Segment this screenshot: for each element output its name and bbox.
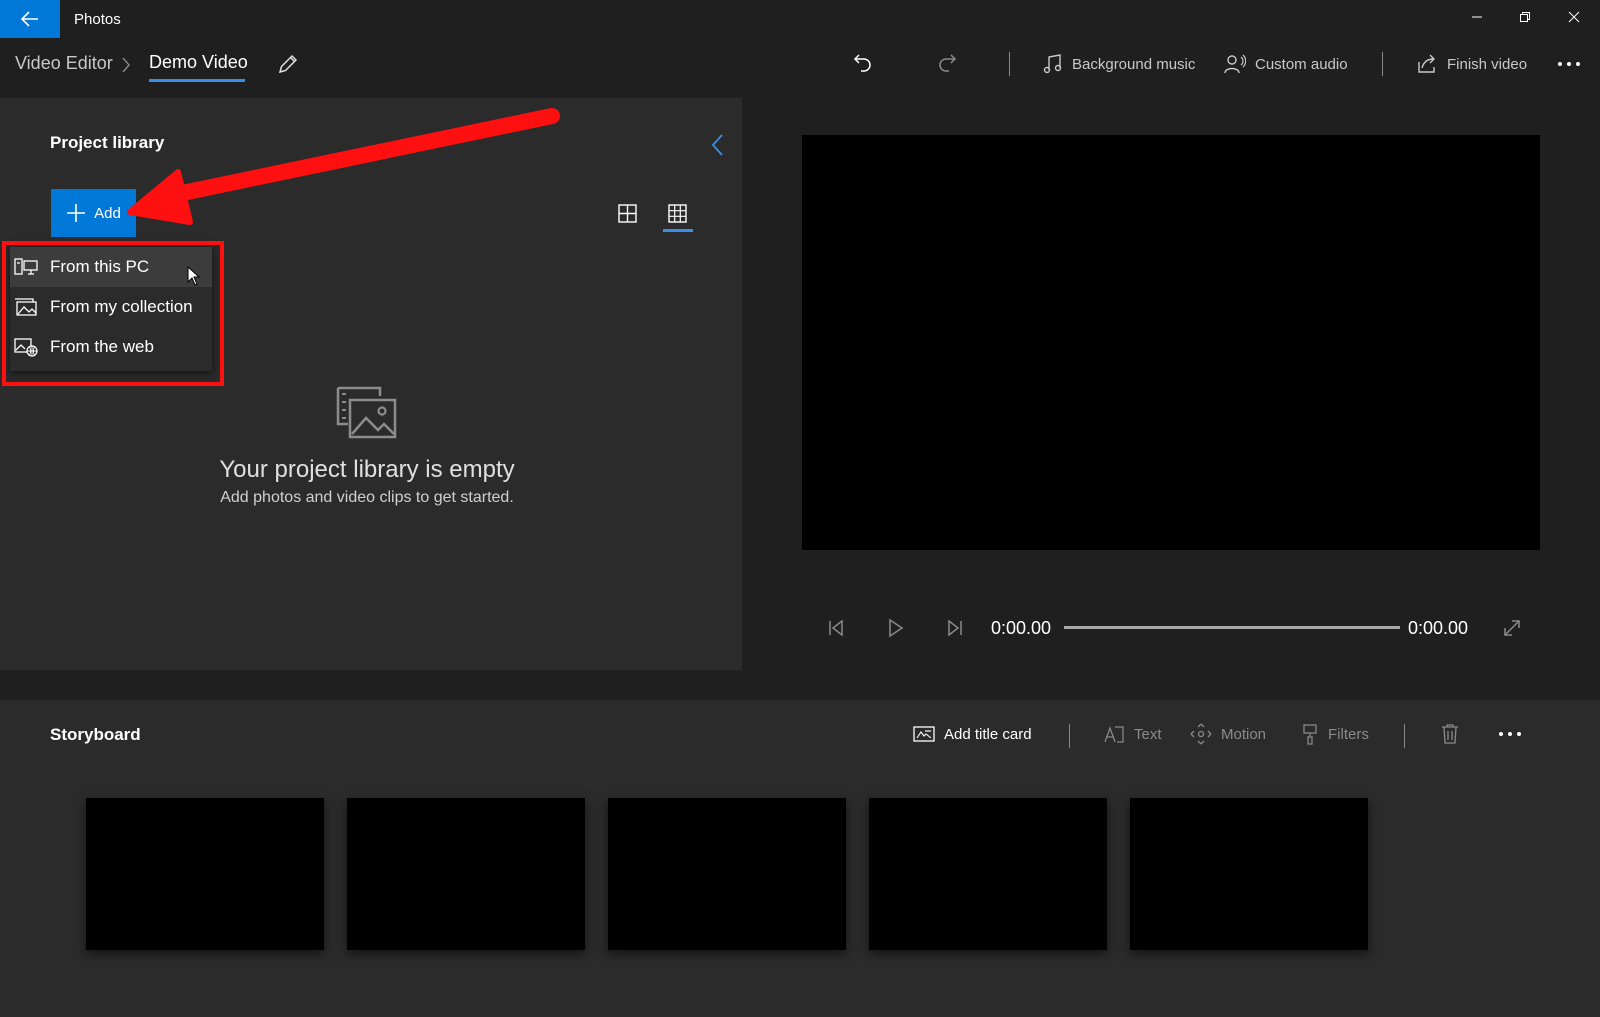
seek-bar[interactable] <box>1064 626 1400 629</box>
restore-button[interactable] <box>1501 0 1549 34</box>
share-icon <box>1418 54 1435 73</box>
trash-icon <box>1442 724 1458 744</box>
previous-frame-button[interactable] <box>824 616 848 640</box>
minimize-button[interactable] <box>1453 0 1501 34</box>
storyboard-separator <box>1404 724 1405 748</box>
step-back-icon <box>829 619 843 637</box>
background-music-label: Background music <box>1072 55 1196 73</box>
add-title-card-button[interactable]: Add title card <box>913 720 1032 748</box>
add-label: Add <box>94 204 121 222</box>
large-grid-view-button[interactable] <box>614 201 642 227</box>
storyboard-more-button[interactable] <box>1498 720 1522 748</box>
back-button[interactable] <box>0 0 60 38</box>
music-note-icon <box>1043 54 1062 74</box>
text-button[interactable]: Text <box>1103 720 1162 748</box>
collapse-library-button[interactable] <box>707 132 729 158</box>
text-label: Text <box>1134 725 1162 743</box>
close-icon <box>1568 11 1580 23</box>
custom-audio-button[interactable]: Custom audio <box>1224 50 1348 78</box>
empty-library-title: Your project library is empty <box>219 456 515 483</box>
finish-video-button[interactable]: Finish video <box>1416 50 1527 78</box>
custom-audio-label: Custom audio <box>1255 55 1348 73</box>
breadcrumb-active-indicator <box>149 79 245 82</box>
pencil-icon <box>278 54 298 74</box>
total-time: 0:00.00 <box>1408 618 1469 638</box>
play-button[interactable] <box>883 616 907 640</box>
more-options-button[interactable] <box>1557 50 1581 78</box>
plus-icon <box>67 204 86 222</box>
redo-button[interactable] <box>936 50 958 78</box>
chevron-right-icon <box>121 56 131 74</box>
app-title: Photos <box>74 11 121 28</box>
chevron-left-icon <box>711 134 723 156</box>
title-bar <box>0 0 1600 38</box>
filters-brush-icon <box>1303 724 1317 745</box>
empty-library-subtitle: Add photos and video clips to get starte… <box>220 489 514 506</box>
grid-3x3-icon <box>668 204 687 223</box>
storyboard-title: Storyboard <box>50 725 141 744</box>
title-card-icon <box>913 726 935 742</box>
filters-button[interactable]: Filters <box>1301 720 1369 748</box>
view-active-indicator <box>663 229 693 232</box>
redo-icon <box>939 54 957 72</box>
small-grid-view-button[interactable] <box>663 201 693 227</box>
motion-icon <box>1190 723 1212 745</box>
mouse-cursor-icon <box>187 266 201 286</box>
current-time: 0:00.00 <box>991 618 1052 638</box>
storyboard-slot[interactable] <box>869 798 1107 950</box>
play-icon <box>889 618 904 638</box>
fullscreen-button[interactable] <box>1500 616 1524 640</box>
media-library-icon <box>336 386 398 440</box>
next-frame-button[interactable] <box>943 616 967 640</box>
rename-button[interactable] <box>276 52 300 76</box>
storyboard-slot[interactable] <box>347 798 585 950</box>
motion-label: Motion <box>1221 725 1267 743</box>
breadcrumb-video-editor[interactable]: Video Editor <box>15 53 113 74</box>
add-title-card-label: Add title card <box>944 725 1032 743</box>
more-icon <box>1499 732 1521 736</box>
step-forward-icon <box>948 619 962 637</box>
motion-button[interactable]: Motion <box>1190 720 1266 748</box>
storyboard-slot[interactable] <box>608 798 846 950</box>
background-music-button[interactable]: Background music <box>1043 50 1195 78</box>
filters-label: Filters <box>1328 725 1369 743</box>
storyboard-slot[interactable] <box>86 798 324 950</box>
close-button[interactable] <box>1550 0 1598 34</box>
undo-icon <box>853 54 871 72</box>
minimize-icon <box>1472 16 1482 18</box>
expand-icon <box>1504 620 1520 636</box>
undo-button[interactable] <box>852 50 874 78</box>
more-icon <box>1558 62 1580 66</box>
toolbar-separator <box>1009 52 1010 76</box>
project-library-title: Project library <box>50 133 165 152</box>
delete-button[interactable] <box>1440 720 1460 748</box>
grid-2x2-icon <box>618 204 637 223</box>
text-icon <box>1104 726 1124 743</box>
breadcrumb-demo-video[interactable]: Demo Video <box>149 52 248 73</box>
highlight-box <box>2 241 224 386</box>
person-audio-icon <box>1224 54 1246 74</box>
finish-video-label: Finish video <box>1447 55 1528 73</box>
toolbar-separator <box>1382 52 1383 76</box>
back-arrow-icon <box>21 11 38 27</box>
restore-icon <box>1520 12 1530 22</box>
add-button[interactable]: Add <box>51 189 136 237</box>
video-preview <box>802 135 1540 550</box>
storyboard-separator <box>1069 724 1070 748</box>
storyboard-slot[interactable] <box>1130 798 1368 950</box>
